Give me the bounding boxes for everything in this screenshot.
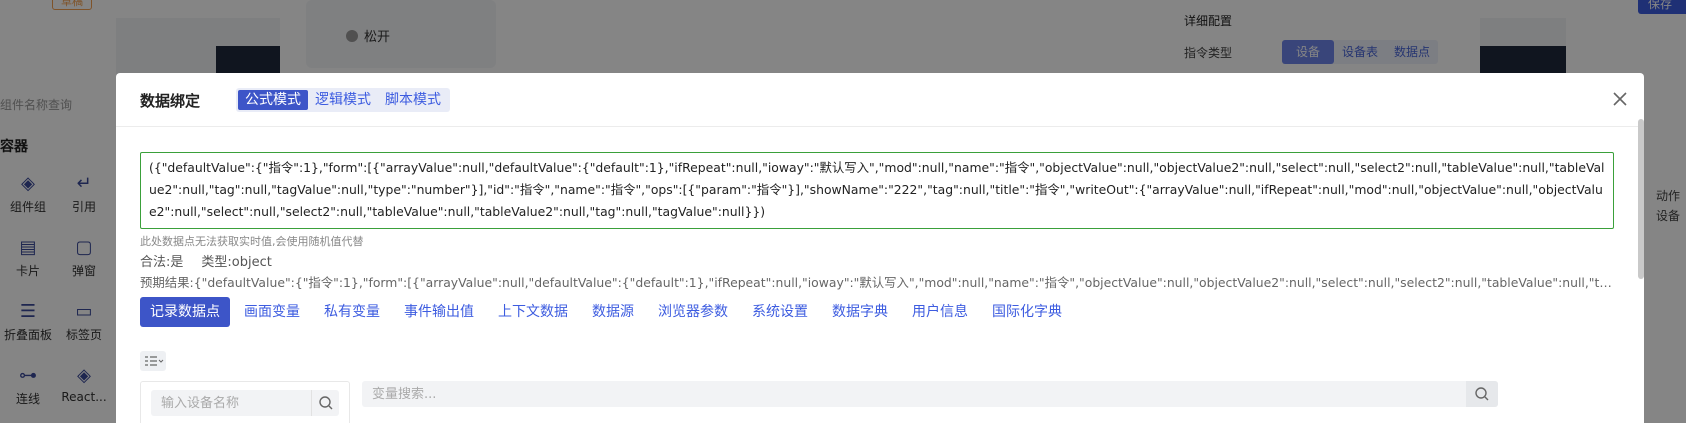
source-tab-10[interactable]: 国际化字典 <box>982 297 1072 327</box>
dialog-title: 数据绑定 <box>140 92 201 110</box>
source-tab-3[interactable]: 事件输出值 <box>394 297 484 327</box>
search-icon <box>319 396 333 410</box>
random-value-hint: 此处数据点无法获取实时值,会使用随机值代替 <box>140 235 364 248</box>
expected-result: 预期结果:{"defaultValue":{"指令":1},"form":[{"… <box>140 275 1614 290</box>
valid-label: 合法:是 <box>140 255 184 270</box>
dialog-header: 数据绑定 公式模式 逻辑模式 脚本模式 <box>116 73 1644 127</box>
formula-editor[interactable]: ({"defaultValue":{"指令":1},"form":[{"arra… <box>140 152 1614 229</box>
close-button[interactable] <box>1608 87 1632 111</box>
variable-search-input[interactable] <box>362 381 1498 407</box>
validation-status: 合法:是 类型:object <box>140 251 272 270</box>
dialog-scrollbar-thumb[interactable] <box>1638 119 1644 279</box>
list-tree-icon <box>145 356 164 366</box>
source-tab-1[interactable]: 画面变量 <box>234 297 310 327</box>
device-panel <box>140 381 350 423</box>
device-search-button[interactable] <box>311 390 339 416</box>
source-tab-5[interactable]: 数据源 <box>582 297 644 327</box>
search-icon <box>1475 387 1489 401</box>
tree-toggle-button[interactable] <box>140 351 166 371</box>
data-binding-dialog: 数据绑定 公式模式 逻辑模式 脚本模式 ({"defaultValue":{"指令"… <box>116 73 1644 423</box>
source-tab-6[interactable]: 浏览器参数 <box>648 297 738 327</box>
type-label: 类型:object <box>201 255 272 270</box>
source-tab-2[interactable]: 私有变量 <box>314 297 390 327</box>
variable-search <box>362 381 1498 407</box>
mode-tab-2[interactable]: 脚本模式 <box>378 90 448 110</box>
data-source-tabs: 记录数据点 画面变量 私有变量 事件输出值 上下文数据 数据源 浏览器参数 系统设置 数据字典用… <box>140 297 1076 327</box>
source-tab-0[interactable]: 记录数据点 <box>140 297 230 327</box>
source-tab-4[interactable]: 上下文数据 <box>488 297 578 327</box>
source-tab-7[interactable]: 系统设置 <box>742 297 818 327</box>
close-icon <box>1613 92 1627 106</box>
mode-tabs: 公式模式 逻辑模式 脚本模式 <box>236 88 450 112</box>
mode-tab-1[interactable]: 逻辑模式 <box>308 90 378 110</box>
source-tab-8[interactable]: 数据字典 <box>822 297 898 327</box>
mode-tab-0[interactable]: 公式模式 <box>238 90 308 110</box>
source-tab-9[interactable]: 用户信息 <box>902 297 978 327</box>
variable-search-button[interactable] <box>1466 381 1498 407</box>
